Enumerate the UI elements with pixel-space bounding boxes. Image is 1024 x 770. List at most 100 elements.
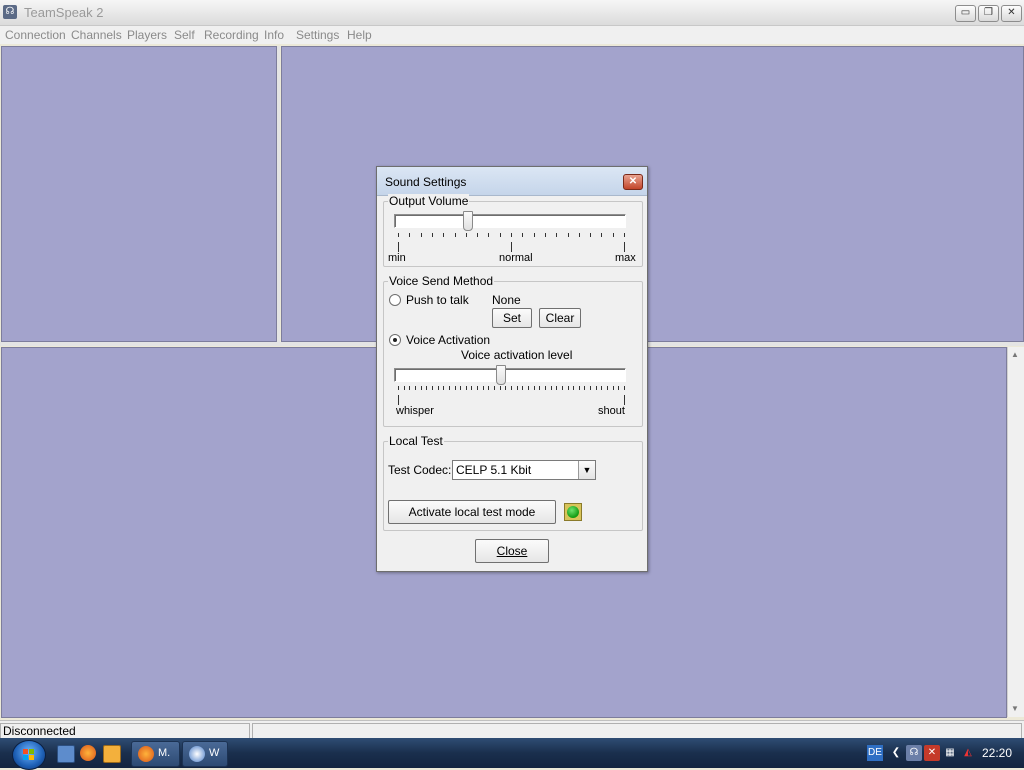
- output-volume-label: Output Volume: [388, 194, 470, 208]
- slider-tick: [488, 233, 489, 237]
- show-hidden-icons-icon[interactable]: ❮: [888, 745, 904, 761]
- channel-tree-panel[interactable]: [1, 46, 277, 342]
- restore-button[interactable]: ❐: [978, 5, 999, 22]
- taskbar-item-label: M.: [158, 747, 171, 759]
- activate-local-test-button[interactable]: Activate local test mode: [388, 500, 556, 524]
- slider-tick: [500, 386, 501, 390]
- slider-tick: [460, 386, 461, 390]
- dialog-titlebar[interactable]: Sound Settings ✕: [377, 167, 647, 196]
- language-indicator[interactable]: DE: [867, 745, 883, 761]
- menu-self[interactable]: Self: [174, 28, 195, 42]
- menu-channels[interactable]: Channels: [71, 28, 122, 42]
- dialog-close-icon[interactable]: ✕: [623, 174, 643, 190]
- menu-help[interactable]: Help: [347, 28, 372, 42]
- media-icon: [189, 746, 205, 762]
- voice-activation-thumb[interactable]: [496, 365, 506, 385]
- close-window-button[interactable]: ✕: [1001, 5, 1022, 22]
- output-volume-track[interactable]: [394, 214, 626, 228]
- slider-tick: [421, 233, 422, 237]
- slider-tick: [443, 386, 444, 390]
- volume-normal-label: normal: [499, 252, 533, 264]
- taskbar-item-label: W: [209, 747, 220, 759]
- status-cell-empty: [252, 723, 1022, 739]
- menu-connection[interactable]: Connection: [5, 28, 66, 42]
- whisper-label: whisper: [396, 405, 434, 417]
- slider-tick: [579, 233, 580, 237]
- slider-tick: [477, 386, 478, 390]
- slider-tick: [483, 386, 484, 390]
- clear-hotkey-button[interactable]: Clear: [539, 308, 581, 328]
- slider-tick: [573, 386, 574, 390]
- menu-recording[interactable]: Recording: [204, 28, 259, 42]
- menu-settings[interactable]: Settings: [296, 28, 339, 42]
- slider-tick: [438, 386, 439, 390]
- local-test-label: Local Test: [388, 434, 444, 448]
- taskbar-clock: 22:20: [982, 746, 1013, 760]
- menubar: Connection Channels Players Self Recordi…: [0, 26, 1024, 44]
- vertical-splitter[interactable]: [277, 46, 280, 342]
- slider-tick: [449, 386, 450, 390]
- antivirus-icon[interactable]: ◭: [960, 745, 976, 761]
- slider-tick: [488, 386, 489, 390]
- slider-tick: [443, 233, 444, 237]
- slider-tick: [522, 386, 523, 390]
- test-codec-select[interactable]: CELP 5.1 Kbit ▼: [452, 460, 596, 480]
- slider-tick: [398, 233, 399, 237]
- slider-tick: [590, 386, 591, 390]
- slider-tick: [421, 386, 422, 390]
- firefox-icon: [138, 746, 154, 762]
- taskbar-item-firefox[interactable]: M.: [131, 741, 180, 767]
- slider-tick: [522, 233, 523, 237]
- taskbar-item-media[interactable]: W: [182, 741, 228, 767]
- voice-activation-label[interactable]: Voice Activation: [406, 333, 490, 347]
- scroll-up-icon[interactable]: ▲: [1011, 350, 1019, 359]
- dropdown-arrow-icon[interactable]: ▼: [578, 461, 595, 479]
- start-button[interactable]: [12, 740, 46, 770]
- voice-activation-ticks: [398, 386, 625, 392]
- slider-tick: [607, 386, 608, 390]
- slider-tick: [551, 386, 552, 390]
- voice-activation-track[interactable]: [394, 368, 626, 382]
- slider-tick: [534, 233, 535, 237]
- slider-tick: [601, 386, 602, 390]
- minimize-button[interactable]: ▭: [955, 5, 976, 22]
- slider-tick: [528, 386, 529, 390]
- whisper-tick: [398, 395, 399, 405]
- output-volume-thumb[interactable]: [463, 211, 473, 231]
- slider-tick: [477, 233, 478, 237]
- slider-tick: [584, 386, 585, 390]
- voice-activation-radio[interactable]: [389, 334, 401, 346]
- network-icon[interactable]: ▦: [942, 745, 958, 761]
- voice-send-group: Voice Send Method Push to talk None Set …: [383, 274, 643, 427]
- test-status-led-icon: [564, 503, 582, 521]
- show-desktop-icon[interactable]: [57, 745, 75, 763]
- dialog-title: Sound Settings: [385, 175, 467, 189]
- menu-players[interactable]: Players: [127, 28, 167, 42]
- slider-tick: [539, 386, 540, 390]
- close-button-label: Close: [496, 544, 528, 558]
- slider-tick: [618, 386, 619, 390]
- chat-scrollbar[interactable]: ▲ ▼: [1007, 347, 1024, 717]
- teamspeak-tray-icon[interactable]: ☊: [906, 745, 922, 761]
- slider-tick: [568, 386, 569, 390]
- slider-tick: [562, 386, 563, 390]
- voice-send-label: Voice Send Method: [388, 274, 495, 288]
- scroll-down-icon[interactable]: ▼: [1011, 704, 1019, 713]
- volume-max-tick: [624, 242, 625, 252]
- network-error-icon[interactable]: ✕: [924, 745, 940, 761]
- set-hotkey-button[interactable]: Set: [492, 308, 532, 328]
- volume-normal-tick: [511, 242, 512, 252]
- close-button[interactable]: Close: [475, 539, 549, 563]
- push-to-talk-radio[interactable]: [389, 294, 401, 306]
- slider-tick: [471, 386, 472, 390]
- firefox-quicklaunch-icon[interactable]: [80, 745, 96, 761]
- hotkey-value: None: [492, 293, 521, 307]
- menu-info[interactable]: Info: [264, 28, 284, 42]
- slider-tick: [409, 233, 410, 237]
- slider-tick: [494, 386, 495, 390]
- volume-min-label: min: [388, 252, 406, 264]
- output-volume-ticks: [398, 233, 625, 239]
- push-to-talk-label[interactable]: Push to talk: [406, 293, 469, 307]
- media-player-quicklaunch-icon[interactable]: [103, 745, 121, 763]
- slider-tick: [426, 386, 427, 390]
